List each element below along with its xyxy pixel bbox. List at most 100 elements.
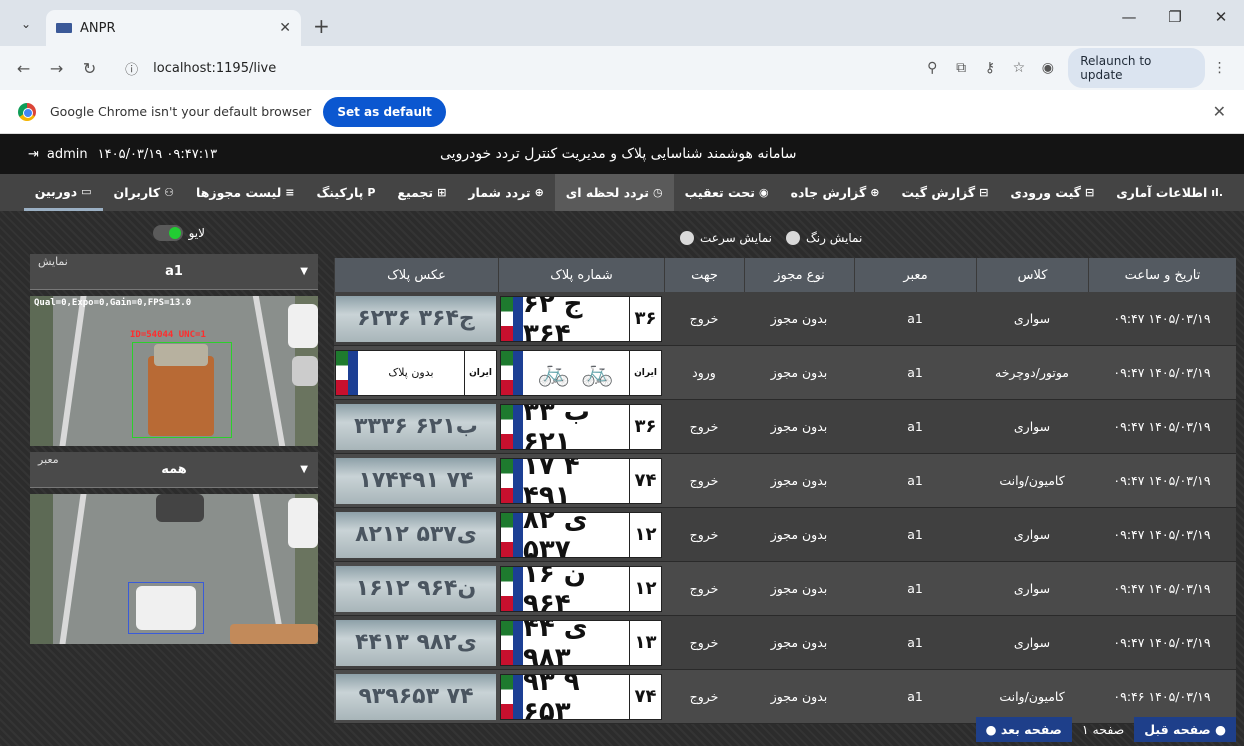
nav-item-counter[interactable]: ⊕ تردد شمار bbox=[457, 174, 554, 211]
live-toggle[interactable]: لایو bbox=[152, 225, 205, 241]
display-select-value: a1 bbox=[165, 264, 183, 279]
url-field[interactable]: ⓘ localhost:1195/live bbox=[115, 52, 918, 84]
col-datetime[interactable]: تاریخ و ساعت bbox=[1088, 258, 1236, 292]
browser-tab[interactable]: ANPR ✕ bbox=[46, 10, 301, 46]
show-speed-toggle[interactable]: نمایش سرعت bbox=[680, 231, 772, 245]
display-select-label: نمایش bbox=[38, 255, 68, 268]
infobar-close-icon[interactable]: ✕ bbox=[1213, 102, 1226, 121]
nav-item-bar-chart[interactable]: .ıl اطلاعات آماری bbox=[1105, 174, 1234, 211]
datetime-cell: ۰۹:۴۷ ۱۴۰۵/۰۳/۱۹ bbox=[1113, 419, 1211, 434]
plate-number: ۱۶ ن ۹۶۴ bbox=[523, 565, 586, 612]
nav-item-parking[interactable]: P پارکینگ bbox=[305, 174, 386, 211]
iran-flag-icon bbox=[501, 404, 523, 449]
minimize-icon[interactable]: — bbox=[1106, 8, 1152, 26]
plate-number-cell: ۱۶ ن ۹۶۴ ۱۲ bbox=[498, 562, 664, 615]
list-icon: ≡ bbox=[285, 186, 295, 199]
plate-region: ۳۶ bbox=[629, 404, 661, 449]
gate-cell: a1 bbox=[907, 689, 923, 704]
gate-select[interactable]: معبر همه ▼ bbox=[30, 452, 318, 488]
nav-item-road-report[interactable]: ⊕ گزارش جاده bbox=[780, 174, 891, 211]
display-select[interactable]: نمایش a1 ▼ bbox=[30, 254, 318, 290]
col-plate-photo[interactable]: عکس پلاک bbox=[334, 258, 498, 292]
table-row[interactable]: ۹۳۹۶۵۳ ۷۴ ۹۳ ۹ ۶۵۳ ۷۴ خروج بدون مجوز a1 کامیون… bbox=[334, 670, 1236, 724]
gate-cell: a1 bbox=[907, 473, 923, 488]
col-direction[interactable]: جهت bbox=[664, 258, 744, 292]
logout-icon[interactable]: ⇥ bbox=[28, 147, 39, 162]
chrome-logo-icon bbox=[18, 102, 36, 121]
plate-number: ۶۲ ج ۳۶۴ bbox=[523, 295, 583, 342]
plate-graphic: ۹۳ ۹ ۶۵۳ ۷۴ bbox=[500, 673, 662, 720]
iran-flag-icon bbox=[501, 296, 523, 341]
col-class[interactable]: کلاس bbox=[976, 258, 1088, 292]
new-tab-icon[interactable]: + bbox=[313, 14, 330, 38]
plate-number-cell: ۶۲ ج ۳۶۴ ۳۶ bbox=[498, 292, 664, 345]
profile-icon[interactable]: ◉ bbox=[1033, 60, 1062, 76]
permit-type-cell: بدون مجوز bbox=[770, 473, 828, 488]
bar-chart-icon: .ıl bbox=[1211, 186, 1223, 199]
direction-cell: خروج bbox=[689, 527, 719, 542]
tab-search-icon[interactable]: ⌄ bbox=[12, 10, 40, 38]
gate-cell: a1 bbox=[907, 581, 923, 596]
plate-number: ۱۷ ۴ ۴۹۱ bbox=[523, 457, 580, 504]
plate-region: ۷۴ bbox=[629, 674, 661, 719]
camera-panel: لایو نمایش a1 ▼ Qual=0,Expo=0,Gain=0,FPS… bbox=[30, 224, 318, 644]
gate-report-icon: ⊟ bbox=[979, 186, 989, 199]
back-icon[interactable]: ← bbox=[10, 59, 37, 78]
nav-item-gate-in[interactable]: ⊟ گیت ورودی bbox=[999, 174, 1105, 211]
col-gate[interactable]: معبر bbox=[854, 258, 976, 292]
plate-region: ۳۶ bbox=[629, 296, 661, 341]
iran-flag-icon bbox=[501, 350, 523, 395]
nav-item-gate-report[interactable]: ⊟ گزارش گیت bbox=[890, 174, 999, 211]
zoom-icon[interactable]: ⚲ bbox=[918, 60, 947, 76]
plate-photo-cell: بدون پلاک ایران bbox=[334, 346, 498, 399]
show-speed-radio-icon bbox=[680, 231, 694, 245]
nav-item-grid[interactable]: ⊞ تجمیع bbox=[386, 174, 457, 211]
gate-cell: a1 bbox=[907, 419, 923, 434]
nav-item-shield[interactable]: ◉ تحت تعقیب bbox=[674, 174, 780, 211]
site-info-icon[interactable]: ⓘ bbox=[125, 59, 143, 78]
table-row[interactable]: بدون پلاک ایران 🚲 🚲 ایران ورود بدون مجوز a1 موت… bbox=[334, 346, 1236, 400]
reload-icon[interactable]: ↻ bbox=[76, 59, 103, 78]
table-row[interactable]: ۸۲ی۵۳۷ ۱۲ ۸۲ ی ۵۳۷ ۱۲ خروج بدون مجوز a1 سواری ۰… bbox=[334, 508, 1236, 562]
nav-item-users[interactable]: ⚇ کاربران bbox=[103, 174, 185, 211]
nav-item-list[interactable]: ≡ لیست مجوزها bbox=[185, 174, 305, 211]
password-key-icon[interactable]: ⚷ bbox=[976, 60, 1005, 76]
set-default-button[interactable]: Set as default bbox=[323, 96, 446, 127]
main-nav: .ıl اطلاعات آماری ⊟ گیت ورودی ⊟ گزارش گیت ⊕ گزا… bbox=[0, 174, 1244, 211]
forward-icon[interactable]: → bbox=[43, 59, 70, 78]
live-switch-icon bbox=[152, 225, 183, 241]
relaunch-button[interactable]: Relaunch to update bbox=[1068, 48, 1206, 88]
plate-graphic: ۶۲ ج ۳۶۴ ۳۶ bbox=[500, 295, 662, 342]
browser-tab-strip: ⌄ ANPR ✕ + — ❐ ✕ bbox=[0, 0, 1244, 46]
restore-icon[interactable]: ❐ bbox=[1152, 8, 1198, 26]
bookmark-star-icon[interactable]: ☆ bbox=[1004, 60, 1033, 76]
nav-item-camera[interactable]: ▭ دوربین bbox=[23, 174, 103, 211]
tab-close-icon[interactable]: ✕ bbox=[279, 20, 291, 36]
header-datetime: ۱۴۰۵/۰۳/۱۹ ۰۹:۴۷:۱۳ bbox=[97, 146, 218, 162]
menu-kebab-icon[interactable]: ⋮ bbox=[1205, 60, 1234, 76]
camera-status-overlay: Qual=0,Expo=0,Gain=0,FPS=13.0 bbox=[34, 298, 192, 308]
show-color-label: نمایش رنگ bbox=[806, 231, 863, 245]
gate-in-icon: ⊟ bbox=[1084, 186, 1095, 199]
install-app-icon[interactable]: ⧉ bbox=[947, 60, 976, 76]
prev-page-button[interactable]: ● صفحه قبل bbox=[1134, 717, 1236, 742]
table-row[interactable]: ۴۴ی۹۸۲ ۱۳ ۴۴ ی ۹۸۳ ۱۳ خروج بدون مجوز a1 سواری ۰… bbox=[334, 616, 1236, 670]
favicon-icon bbox=[56, 23, 72, 33]
next-page-button[interactable]: صفحه بعد ● bbox=[975, 717, 1072, 742]
show-color-toggle[interactable]: نمایش رنگ bbox=[786, 231, 862, 245]
camera-icon: ▭ bbox=[81, 184, 92, 198]
address-bar: ← → ↻ ⓘ localhost:1195/live ⚲ ⧉ ⚷ ☆ ◉ Re… bbox=[0, 46, 1244, 90]
table-row[interactable]: ۱۷۴۴۹۱ ۷۴ ۱۷ ۴ ۴۹۱ ۷۴ خروج بدون مجوز a1 کامیون… bbox=[334, 454, 1236, 508]
gate-select-value: همه bbox=[161, 462, 187, 477]
window-close-icon[interactable]: ✕ bbox=[1198, 8, 1244, 26]
plate-photo-text: ۴۴ی۹۸۲ ۱۳ bbox=[355, 630, 477, 655]
table-row[interactable]: ۶۲ج۳۶۴ ۳۶ ۶۲ ج ۳۶۴ ۳۶ خروج بدون مجوز a1 سواری ۰… bbox=[334, 292, 1236, 346]
nav-item-clock[interactable]: ◷ تردد لحظه ای bbox=[554, 174, 674, 211]
plate-graphic: ۸۲ ی ۵۳۷ ۱۲ bbox=[500, 511, 662, 558]
plate-photo: ۴۴ی۹۸۲ ۱۳ bbox=[336, 619, 496, 666]
table-row[interactable]: ۱۶ن۹۶۴ ۱۲ ۱۶ ن ۹۶۴ ۱۲ خروج بدون مجوز a1 سواری ۰… bbox=[334, 562, 1236, 616]
col-plate-number[interactable]: شماره پلاک bbox=[498, 258, 664, 292]
col-permit-type[interactable]: نوع مجوز bbox=[744, 258, 854, 292]
users-icon: ⚇ bbox=[164, 186, 175, 199]
table-row[interactable]: ۳۳ب۶۲۱ ۳۶ ۳۳ ب ۶۲۱ ۳۶ خروج بدون مجوز a1 سواری ۰… bbox=[334, 400, 1236, 454]
